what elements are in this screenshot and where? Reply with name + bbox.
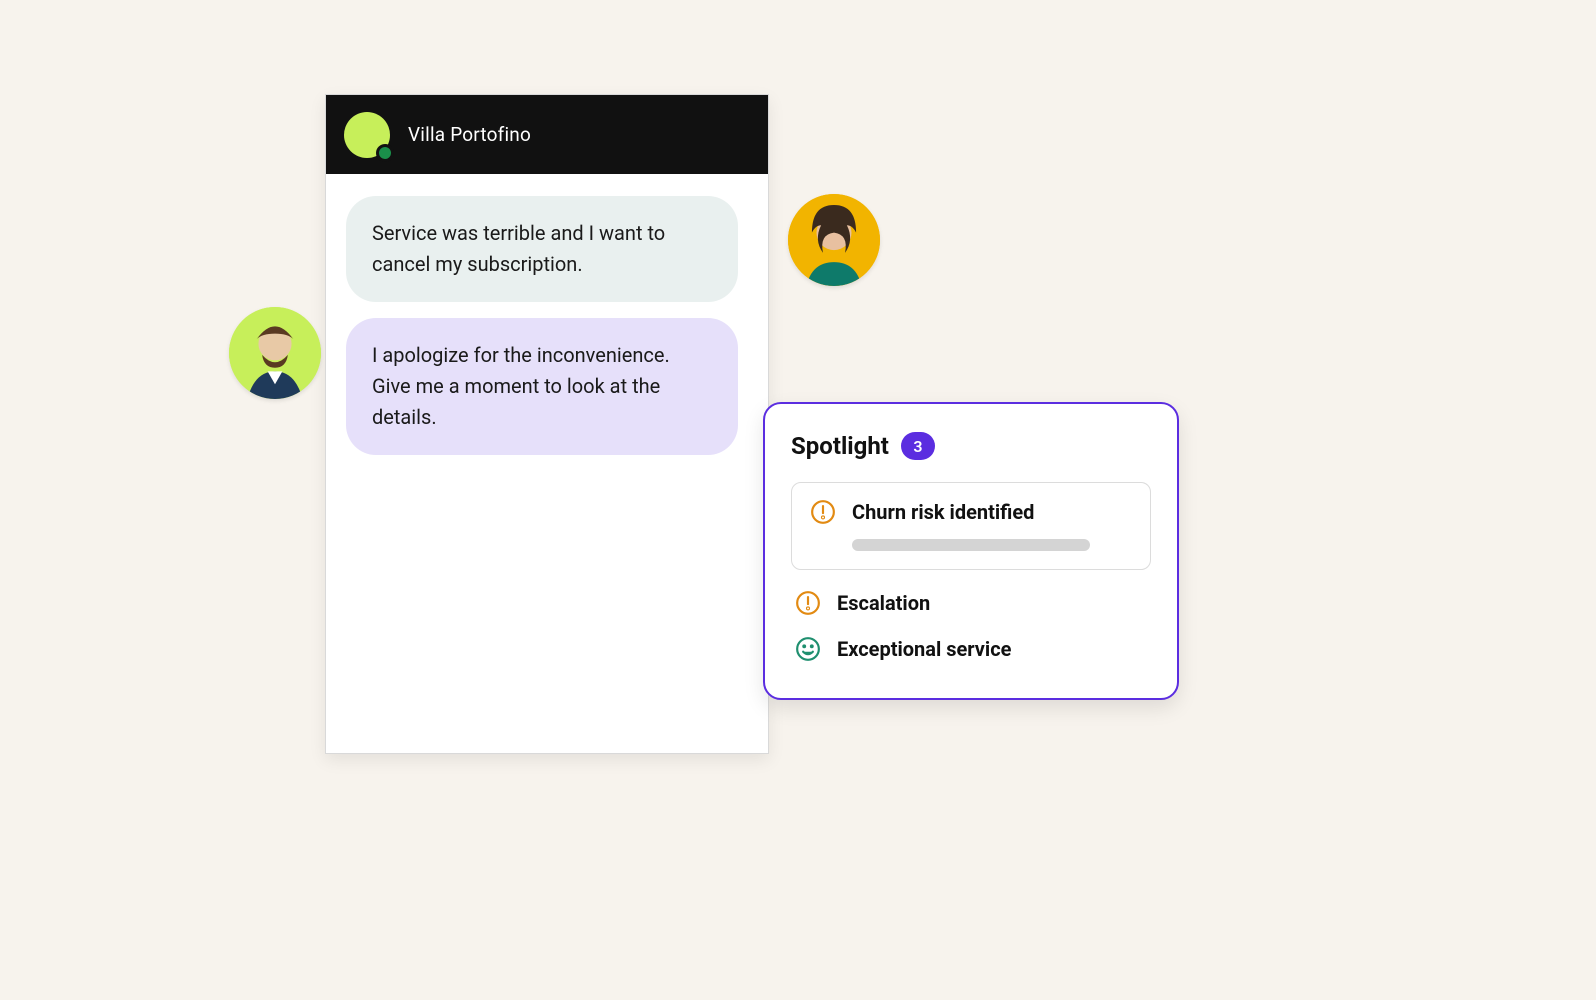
spotlight-title: Spotlight bbox=[791, 432, 889, 460]
message-text: I apologize for the inconvenience. Give … bbox=[372, 343, 670, 429]
person-icon bbox=[788, 194, 880, 286]
spotlight-count-badge: 3 bbox=[901, 432, 935, 460]
spotlight-item-churn-risk[interactable]: Churn risk identified bbox=[791, 482, 1151, 570]
agent-avatar bbox=[229, 307, 321, 399]
customer-avatar bbox=[788, 194, 880, 286]
message-bubble-agent[interactable]: I apologize for the inconvenience. Give … bbox=[346, 318, 738, 455]
smile-icon bbox=[795, 636, 821, 662]
spotlight-item-escalation[interactable]: Escalation bbox=[791, 580, 1151, 626]
spotlight-item-label: Churn risk identified bbox=[852, 500, 1034, 524]
alert-icon bbox=[810, 499, 836, 525]
message-text: Service was terrible and I want to cance… bbox=[372, 221, 665, 276]
person-icon bbox=[229, 307, 321, 399]
chat-header-avatar bbox=[344, 112, 390, 158]
spotlight-item-exceptional-service[interactable]: Exceptional service bbox=[791, 626, 1151, 672]
spotlight-item-label: Exceptional service bbox=[837, 637, 1011, 661]
message-bubble-customer[interactable]: Service was terrible and I want to cance… bbox=[346, 196, 738, 302]
alert-icon bbox=[795, 590, 821, 616]
chat-header: Villa Portofino bbox=[326, 95, 768, 174]
placeholder-bar bbox=[852, 539, 1090, 551]
chat-window: Villa Portofino Service was terrible and… bbox=[325, 94, 769, 754]
chat-title: Villa Portofino bbox=[408, 123, 531, 146]
spotlight-card: Spotlight 3 Churn risk identified bbox=[763, 402, 1179, 700]
spotlight-item-label: Escalation bbox=[837, 591, 930, 615]
chat-body: Service was terrible and I want to cance… bbox=[326, 174, 768, 491]
presence-indicator-icon bbox=[376, 144, 394, 162]
spotlight-header: Spotlight 3 bbox=[791, 432, 1151, 460]
